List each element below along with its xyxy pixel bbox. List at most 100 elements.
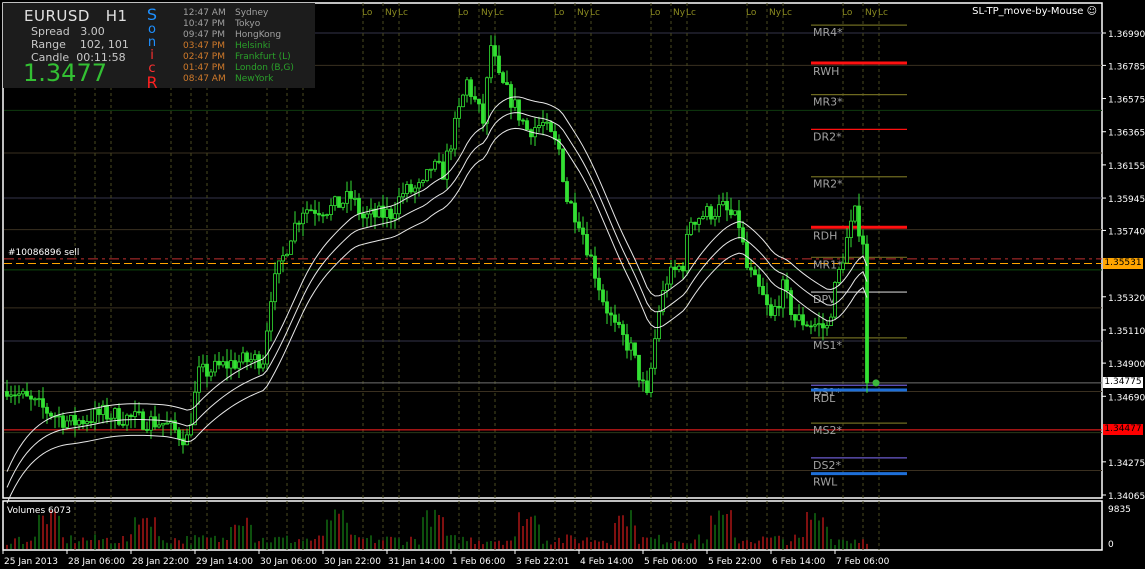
candle-body	[153, 416, 157, 428]
candle-body	[61, 415, 65, 428]
candle-body	[761, 286, 765, 296]
candle-body	[433, 160, 437, 170]
candle-body	[601, 289, 605, 303]
candle-body	[277, 260, 281, 275]
candle-body	[801, 314, 805, 326]
candle-body	[393, 213, 397, 220]
candle-body	[129, 414, 133, 418]
candle-body	[781, 279, 785, 309]
candle-body	[273, 273, 277, 303]
candle-body	[421, 180, 425, 184]
candle-body	[837, 269, 841, 283]
y-tick-label: 1.34275	[1108, 459, 1145, 469]
candle-body	[561, 148, 565, 182]
candle-body	[737, 210, 741, 229]
x-tick-label: 28 Jan 06:00	[68, 557, 125, 567]
session-label: Lo	[362, 8, 373, 18]
candle-body	[757, 274, 761, 287]
candle-body	[593, 255, 597, 279]
candle-body	[609, 312, 613, 316]
candle-body	[681, 265, 685, 272]
session-label: Ny	[481, 8, 494, 18]
candle-body	[253, 354, 257, 361]
candle-body	[693, 221, 697, 225]
candle-body	[497, 55, 501, 74]
candle-body	[769, 304, 773, 316]
candle-body	[533, 127, 537, 138]
range-label: Range	[31, 38, 66, 51]
candle-body	[137, 411, 141, 414]
y-tick-label: 1.34900	[1108, 360, 1145, 370]
candle-body	[453, 117, 457, 150]
candle-body	[469, 79, 473, 97]
candle-body	[329, 205, 333, 215]
volume-tick-label: 0	[1108, 540, 1114, 550]
y-tick-label: 1.35945	[1108, 195, 1145, 205]
clock-city: London (B,G)	[235, 63, 294, 73]
candle-body	[397, 196, 401, 215]
candle-body	[857, 205, 861, 237]
candle-body	[209, 371, 213, 377]
pivot-label: RDH	[813, 229, 837, 242]
candle-body	[689, 221, 693, 235]
candle-body	[709, 206, 713, 220]
candle-body	[697, 218, 701, 225]
current-price: 1.3477	[23, 59, 107, 87]
candle-body	[313, 209, 317, 214]
candle-body	[565, 181, 569, 203]
candle-body	[89, 421, 93, 423]
candle-body	[417, 182, 421, 189]
clock-time: 10:47 PM	[183, 19, 225, 29]
candle-body	[657, 311, 661, 340]
candle-body	[73, 414, 77, 426]
x-tick-label: 28 Jan 22:00	[132, 557, 189, 567]
pivot-label: RDL	[813, 392, 836, 405]
candle-body	[241, 352, 245, 363]
candle-body	[301, 212, 305, 225]
candle-body	[461, 94, 465, 108]
candle-body	[765, 294, 769, 306]
candle-body	[545, 121, 549, 124]
candle-body	[81, 420, 85, 425]
candle-body	[777, 306, 781, 309]
candle-body	[413, 187, 417, 193]
candle-body	[321, 214, 325, 217]
candle-body	[517, 99, 521, 121]
candle-body	[337, 196, 341, 208]
session-label: Ny	[769, 8, 782, 18]
range-row: Range 102, 101	[31, 38, 129, 51]
candle-body	[205, 363, 209, 377]
sonic-letter: S	[146, 5, 158, 24]
x-tick-label: 3 Feb 22:01	[516, 557, 569, 567]
candle-body	[113, 408, 117, 419]
candle-body	[197, 366, 201, 393]
candle-body	[449, 148, 453, 152]
smiley-icon: ☺	[1086, 6, 1097, 17]
price-badge: 1.34775	[1103, 377, 1143, 389]
pivot-label: RWH	[813, 65, 839, 78]
candle-body	[825, 325, 829, 329]
candle-body	[5, 391, 9, 397]
timeframe: H1	[105, 7, 128, 25]
y-tick-label: 1.34065	[1108, 492, 1145, 502]
candle-body	[189, 424, 193, 436]
candle-body	[741, 227, 745, 243]
session-label: Lc	[878, 8, 888, 18]
candle-body	[853, 205, 857, 222]
candle-body	[341, 202, 345, 208]
x-tick-label: 5 Feb 22:00	[708, 557, 762, 567]
pivot-label: MS2*	[813, 424, 842, 437]
candle-body	[265, 330, 269, 365]
clock-city: HongKong	[235, 30, 282, 40]
spread-value: 3.00	[80, 25, 105, 38]
candle-body	[485, 77, 489, 124]
candle-body	[797, 314, 801, 321]
expert-advisor-label[interactable]: SL-TP_move-by-Mouse ☺	[972, 6, 1097, 17]
candle-body	[33, 398, 37, 401]
order-label[interactable]: #10086896 sell	[8, 248, 79, 258]
candle-body	[49, 412, 53, 417]
candle-body	[333, 196, 337, 206]
candle-body	[377, 205, 381, 218]
candle-body	[653, 338, 657, 369]
candle-body	[21, 390, 25, 395]
